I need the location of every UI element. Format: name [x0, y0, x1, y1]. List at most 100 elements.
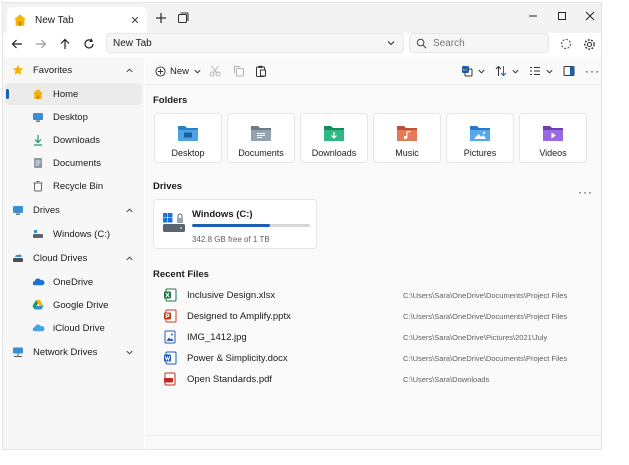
chevron-down-icon: [512, 69, 519, 74]
download-icon: [31, 133, 45, 147]
new-button-label: New: [170, 65, 190, 77]
google-drive-icon: [31, 298, 45, 312]
sidebar-item-documents[interactable]: Documents: [5, 152, 142, 174]
chevron-down-icon[interactable]: [383, 38, 399, 48]
plus-circle-icon: [155, 65, 166, 77]
sidebar-item-desktop[interactable]: Desktop: [5, 106, 142, 128]
settings-gear-icon[interactable]: [581, 36, 597, 52]
folder-label: Music: [395, 148, 419, 158]
tab-list-icon[interactable]: [175, 10, 191, 26]
navigation-bar: New Tab Search: [3, 33, 601, 55]
close-window-icon[interactable]: [578, 7, 601, 25]
maximize-icon[interactable]: [550, 7, 574, 25]
drive-card-windows-c[interactable]: Windows (C:) 342.8 GB free of 1 TB: [153, 199, 317, 249]
sidebar-item-icloud-drive[interactable]: iCloud Drive: [5, 317, 142, 339]
folder-label: Documents: [238, 148, 284, 158]
address-bar[interactable]: New Tab: [106, 33, 404, 53]
sidebar-item-windows-c[interactable]: Windows (C:): [5, 223, 142, 245]
chevron-down-icon[interactable]: [122, 348, 136, 357]
command-bar: New ···: [145, 57, 601, 85]
recent-file-name: Power & Simplicity.docx: [187, 352, 288, 364]
recent-file-path: C:\Users\Sara\OneDrive\Documents\Project…: [403, 353, 568, 363]
home-icon: [31, 87, 45, 101]
folder-card-downloads[interactable]: Downloads: [300, 113, 368, 163]
chevron-down-icon: [478, 69, 485, 74]
cut-icon[interactable]: [209, 63, 221, 79]
image-icon: [164, 330, 176, 344]
music-folder-icon: [397, 126, 417, 141]
cloud-drive-icon: [11, 251, 25, 265]
recent-file-row[interactable]: Power & Simplicity.docx C:\Users\Sara\On…: [153, 348, 595, 368]
recent-file-path: C:\Users\Sara\OneDrive\Documents\Project…: [403, 290, 568, 300]
desktop-folder-icon: [178, 126, 198, 141]
sidebar-item-recycle-bin[interactable]: Recycle Bin: [5, 175, 142, 197]
recent-file-row[interactable]: Inclusive Design.xlsx C:\Users\Sara\OneD…: [153, 285, 595, 305]
downloads-folder-icon: [324, 126, 344, 141]
sidebar: Favorites Home Desktop Downloads Documen…: [3, 57, 144, 449]
search-icon: [416, 38, 427, 48]
loading-spinner-icon: [558, 36, 574, 52]
refresh-icon[interactable]: [81, 36, 97, 52]
sidebar-item-google-drive[interactable]: Google Drive: [5, 294, 142, 316]
excel-icon: [164, 288, 177, 302]
view-layout-button[interactable]: [529, 63, 554, 79]
sort-button[interactable]: [495, 63, 520, 79]
minimize-icon[interactable]: [521, 7, 545, 25]
chevron-up-icon[interactable]: [122, 206, 136, 215]
back-arrow-icon[interactable]: [9, 36, 25, 52]
paste-icon[interactable]: [255, 63, 267, 79]
icloud-icon: [31, 321, 45, 335]
folder-card-desktop[interactable]: Desktop: [154, 113, 222, 163]
search-placeholder: Search: [433, 37, 465, 49]
tab-close-icon[interactable]: ✕: [127, 14, 143, 27]
folder-card-music[interactable]: Music: [373, 113, 441, 163]
more-options-icon[interactable]: ···: [585, 63, 600, 79]
sidebar-item-label: Google Drive: [53, 299, 109, 311]
sidebar-item-label: Windows (C:): [53, 228, 111, 240]
tab-new-tab[interactable]: New Tab ✕: [7, 7, 147, 33]
documents-icon: [31, 156, 45, 170]
new-button[interactable]: New: [155, 63, 202, 79]
folder-card-videos[interactable]: Videos: [519, 113, 587, 163]
sidebar-group-favorites[interactable]: Favorites: [3, 59, 144, 81]
select-mode-button[interactable]: [461, 63, 486, 79]
recent-file-row[interactable]: Open Standards.pdf C:\Users\Sara\Downloa…: [153, 369, 595, 389]
chevron-up-icon[interactable]: [122, 254, 136, 263]
drives-more-options-icon[interactable]: ···: [578, 185, 593, 199]
status-divider: [145, 435, 601, 436]
up-arrow-icon[interactable]: [57, 36, 73, 52]
drive-usage-fill: [192, 224, 270, 227]
sidebar-item-label: iCloud Drive: [53, 322, 105, 334]
sidebar-group-label: Cloud Drives: [33, 252, 88, 264]
sidebar-item-label: Recycle Bin: [53, 180, 104, 192]
chevron-up-icon[interactable]: [122, 66, 136, 75]
sidebar-group-network-drives[interactable]: Network Drives: [3, 341, 144, 363]
drive-icon: [31, 227, 45, 241]
folder-card-documents[interactable]: Documents: [227, 113, 295, 163]
drive-name: Windows (C:): [192, 209, 253, 220]
recycle-bin-icon: [31, 179, 45, 193]
sidebar-group-label: Network Drives: [33, 346, 98, 358]
sidebar-item-onedrive[interactable]: OneDrive: [5, 271, 142, 293]
preview-pane-icon[interactable]: [563, 63, 575, 79]
list-view-icon: [530, 66, 540, 76]
folder-label: Pictures: [463, 148, 497, 158]
select-checkbox-icon: [462, 66, 473, 77]
folder-card-pictures[interactable]: Pictures: [446, 113, 514, 163]
sidebar-item-label: Downloads: [53, 134, 100, 146]
copy-icon[interactable]: [233, 63, 245, 79]
sidebar-item-downloads[interactable]: Downloads: [5, 129, 142, 151]
recent-file-row[interactable]: IMG_1412.jpg C:\Users\Sara\OneDrive\Pict…: [153, 327, 595, 347]
recent-file-row[interactable]: Designed to Amplify.pptx C:\Users\Sara\O…: [153, 306, 595, 326]
new-tab-plus-icon[interactable]: [153, 10, 169, 26]
search-input[interactable]: Search: [409, 33, 549, 53]
main-content: New ··· Folders Desktop Documents Downlo…: [145, 57, 601, 449]
sidebar-item-home[interactable]: Home: [5, 83, 142, 105]
recent-file-name: Open Standards.pdf: [187, 373, 273, 385]
folder-label: Downloads: [311, 148, 357, 158]
recent-file-name: Designed to Amplify.pptx: [187, 310, 291, 322]
sidebar-group-drives[interactable]: Drives: [3, 199, 144, 221]
forward-arrow-icon[interactable]: [33, 36, 49, 52]
chevron-down-icon: [546, 69, 553, 74]
sidebar-group-cloud-drives[interactable]: Cloud Drives: [3, 247, 144, 269]
